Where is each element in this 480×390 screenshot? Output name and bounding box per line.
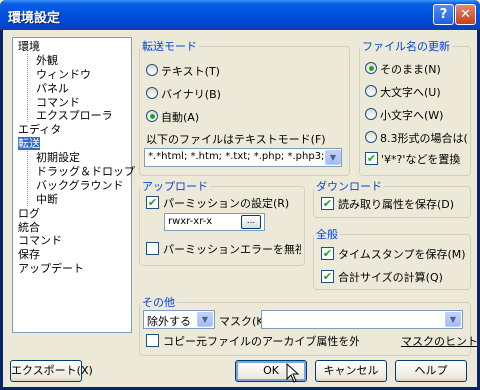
- dialog-body: 環境 外観 ウィンドウ パネル コマンド エクスプローラ エディタ 転送 初期設定 ドラッグ＆ドロ…: [3, 30, 478, 387]
- archive-attr-checkbox[interactable]: [146, 334, 159, 347]
- close-button[interactable]: ✕: [455, 4, 476, 25]
- tree-item-label: パネル: [27, 81, 69, 95]
- replace-chars-label[interactable]: '¥*?'などを置換: [381, 151, 460, 167]
- tree-item[interactable]: ログ: [15, 207, 131, 221]
- mouse-cursor-icon: [286, 363, 300, 383]
- tree-item[interactable]: アップデート: [15, 262, 131, 276]
- tree-item-label: 外観: [27, 53, 58, 67]
- uppercase-radio[interactable]: [365, 85, 377, 97]
- tree-item[interactable]: 転送: [15, 137, 131, 151]
- totalsize-checkbox[interactable]: ✔: [321, 270, 334, 283]
- tree-item[interactable]: パネル: [15, 81, 131, 96]
- lowercase-label[interactable]: 小文字へ(W): [380, 107, 443, 123]
- ignore-permission-error-label[interactable]: パーミッションエラーを無視(C: [163, 241, 301, 257]
- text-files-value: *.*html; *.htm; *.txt; *.php; *.php3; *: [148, 151, 333, 162]
- timestamp-label[interactable]: タイムスタンプを保存(M): [338, 246, 466, 262]
- help-title-button[interactable]: ?: [433, 4, 454, 25]
- preferences-dialog: 環境設定 ? ✕ 環境 外観 ウィンドウ パネル コマンド エクスプローラ エディタ 転送 初期…: [0, 0, 480, 390]
- window-title: 環境設定: [8, 11, 61, 26]
- permission-browse-button[interactable]: ...: [241, 215, 261, 229]
- binary-mode-radio[interactable]: [146, 87, 158, 99]
- other-legend: その他: [142, 296, 175, 309]
- help-button[interactable]: ヘルプ: [395, 360, 467, 382]
- tree-item-label: アップデート: [18, 262, 84, 276]
- replace-chars-checkbox[interactable]: ✔: [365, 152, 378, 165]
- download-legend: ダウンロード: [316, 180, 382, 193]
- readonly-checkbox[interactable]: ✔: [321, 197, 334, 210]
- tree-item-label: コマンド: [18, 234, 62, 248]
- text-mode-label[interactable]: テキスト(T): [161, 63, 220, 79]
- tree-item[interactable]: エディタ: [15, 123, 131, 137]
- totalsize-label[interactable]: 合計サイズの計算(Q): [338, 269, 443, 285]
- tree-item-label: エクスプローラ: [27, 109, 113, 123]
- upload-legend: アップロード: [142, 180, 208, 193]
- tree-item-label: 統合: [18, 220, 40, 234]
- text-files-dropdown-icon[interactable]: ▼: [325, 150, 341, 165]
- exclude-dropdown-icon[interactable]: ▼: [197, 312, 213, 327]
- readonly-label[interactable]: 読み取り属性を保存(D): [338, 196, 454, 212]
- tree-item[interactable]: エクスプローラ: [15, 109, 131, 123]
- tree-item-label: 環境: [18, 40, 40, 53]
- ignore-permission-error-checkbox[interactable]: [146, 242, 159, 255]
- mask-dropdown-icon[interactable]: ▼: [445, 312, 461, 327]
- tree-item[interactable]: ウィンドウ: [15, 67, 131, 82]
- tree-item[interactable]: 保存: [15, 248, 131, 262]
- tree-item[interactable]: 中断: [15, 192, 131, 207]
- lowercase-radio[interactable]: [365, 108, 377, 120]
- binary-mode-label[interactable]: バイナリ(B): [161, 86, 221, 102]
- dos83-label[interactable]: 8.3形式の場合は(: [380, 130, 468, 146]
- tree-item-label: バックグラウンド: [27, 178, 124, 192]
- keep-case-radio[interactable]: [365, 62, 377, 74]
- text-mode-radio[interactable]: [146, 64, 158, 76]
- filename-legend: ファイル名の更新: [362, 40, 450, 53]
- exclude-value: 除外する: [147, 315, 191, 328]
- tree-item[interactable]: 外観: [15, 53, 131, 68]
- tree-item[interactable]: バックグラウンド: [15, 178, 131, 193]
- text-files-label: 以下のファイルはテキストモード(F): [146, 133, 326, 146]
- tree-item-label: 転送: [18, 137, 40, 151]
- tree-item-label: ウィンドウ: [27, 67, 91, 81]
- tree-item-label: 初期設定: [27, 151, 80, 165]
- tree-item-label: ログ: [18, 206, 40, 220]
- keep-case-label[interactable]: そのまま(N): [380, 61, 441, 77]
- mask-hint-link[interactable]: マスクのヒント: [401, 333, 478, 349]
- auto-mode-label[interactable]: 自動(A): [161, 109, 199, 125]
- tree-item[interactable]: ドラッグ＆ドロップ: [15, 165, 135, 179]
- tree-item-label: ドラッグ＆ドロップ: [27, 165, 135, 179]
- tree-item-label: 中断: [27, 192, 58, 206]
- archive-attr-label[interactable]: コピー元ファイルのアーカイブ属性を外す(V: [163, 333, 359, 349]
- general-legend: 全般: [316, 228, 338, 241]
- text-files-combo[interactable]: *.*html; *.htm; *.txt; *.php; *.php3; *: [144, 148, 342, 167]
- auto-mode-radio[interactable]: [146, 110, 158, 122]
- tree-item[interactable]: 初期設定: [15, 151, 131, 165]
- tree-item[interactable]: 環境: [15, 40, 131, 54]
- permission-value: rwxr-xr-x: [168, 216, 213, 227]
- permission-label[interactable]: パーミッションの設定(R): [163, 195, 289, 211]
- cancel-button[interactable]: キャンセル: [315, 360, 387, 382]
- tree-item[interactable]: コマンド: [15, 234, 131, 248]
- uppercase-label[interactable]: 大文字へ(U): [380, 84, 441, 100]
- dos83-radio[interactable]: [365, 131, 377, 143]
- mask-combo[interactable]: [261, 310, 463, 329]
- tree-item-label: コマンド: [27, 95, 80, 109]
- transfer-mode-legend: 転送モード: [142, 40, 197, 53]
- title-bar[interactable]: 環境設定 ? ✕: [0, 0, 480, 30]
- permission-checkbox[interactable]: ✔: [146, 196, 159, 209]
- tree-item[interactable]: 統合: [15, 221, 131, 235]
- tree-item-label: 保存: [18, 248, 40, 262]
- tree-item-label: エディタ: [18, 123, 62, 137]
- export-button[interactable]: エクスポート(X): [10, 360, 93, 382]
- timestamp-checkbox[interactable]: ✔: [321, 247, 334, 260]
- tree-item[interactable]: コマンド: [15, 95, 131, 110]
- settings-tree[interactable]: 環境 外観 ウィンドウ パネル コマンド エクスプローラ エディタ 転送 初期設定 ドラッグ＆ドロ…: [12, 37, 135, 333]
